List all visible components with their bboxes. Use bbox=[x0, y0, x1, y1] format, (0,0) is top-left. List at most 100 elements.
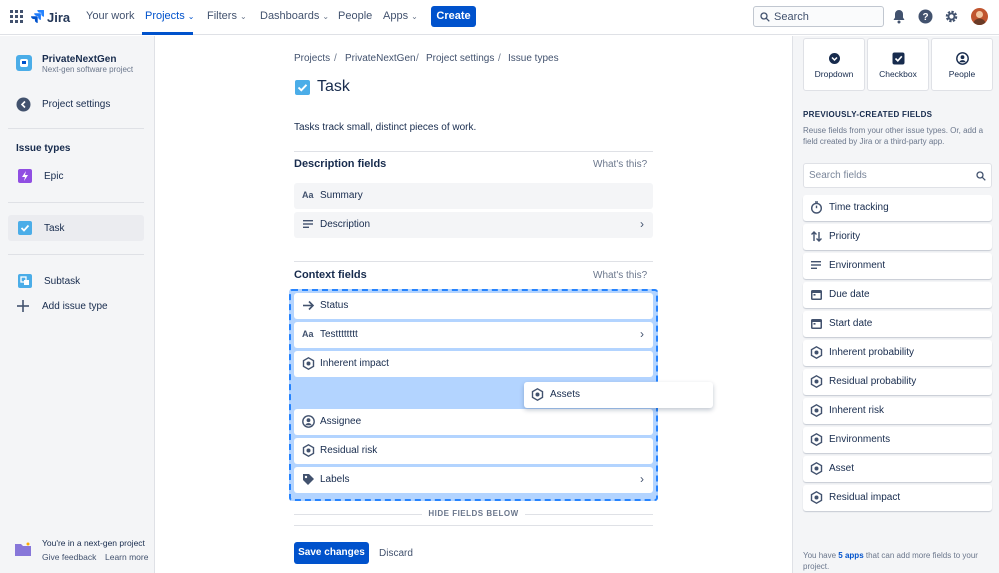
field-priority[interactable]: Priority bbox=[803, 224, 992, 250]
search-fields-input[interactable]: Search fields bbox=[803, 163, 992, 188]
chevron-right-icon[interactable]: › bbox=[640, 217, 644, 231]
search-input[interactable]: Search bbox=[753, 6, 884, 27]
calendar-icon bbox=[810, 317, 824, 331]
save-changes-button[interactable]: Save changes bbox=[294, 542, 369, 564]
divider bbox=[294, 525, 653, 526]
field-label: Time tracking bbox=[829, 202, 889, 213]
nav-apps[interactable]: Apps ⌄ bbox=[383, 10, 418, 22]
field-due-date[interactable]: Due date bbox=[803, 282, 992, 308]
field-asset[interactable]: Asset bbox=[803, 456, 992, 482]
sidebar-divider bbox=[8, 128, 144, 129]
context-fields-title: Context fields bbox=[294, 269, 367, 281]
field-label: Due date bbox=[829, 289, 870, 300]
paragraph-icon bbox=[810, 259, 824, 273]
field-labels[interactable]: Labels › bbox=[294, 467, 653, 493]
settings-gear-icon[interactable] bbox=[944, 9, 960, 25]
divider bbox=[294, 261, 653, 262]
subtask-icon bbox=[18, 274, 32, 288]
text-field-icon: Aa bbox=[302, 190, 314, 200]
user-avatar[interactable] bbox=[971, 8, 988, 25]
nav-label: People bbox=[338, 10, 373, 22]
help-icon[interactable]: ? bbox=[918, 9, 934, 25]
tile-dropdown[interactable]: Dropdown bbox=[803, 38, 865, 91]
field-inherent-probability[interactable]: Inherent probability bbox=[803, 340, 992, 366]
field-label: Summary bbox=[320, 190, 363, 201]
breadcrumb-project-settings[interactable]: Project settings bbox=[426, 53, 494, 64]
sidebar-item-task[interactable]: Task bbox=[8, 215, 144, 241]
nav-label: Filters bbox=[207, 10, 237, 22]
field-summary[interactable]: Aa Summary bbox=[294, 183, 653, 209]
project-avatar-icon bbox=[16, 55, 32, 71]
add-issue-type-button[interactable]: Add issue type bbox=[16, 298, 144, 316]
tile-checkbox[interactable]: Checkbox bbox=[867, 38, 929, 91]
status-arrow-icon bbox=[302, 299, 316, 313]
nav-filters[interactable]: Filters ⌄ bbox=[207, 10, 247, 22]
field-residual-risk[interactable]: Residual risk bbox=[294, 438, 653, 464]
field-status[interactable]: Status bbox=[294, 293, 653, 319]
tile-label: Dropdown bbox=[814, 69, 854, 79]
add-issue-type-label: Add issue type bbox=[42, 301, 108, 312]
custom-field-icon bbox=[810, 461, 824, 476]
jira-logo[interactable]: Jira bbox=[31, 9, 70, 25]
field-label: Labels bbox=[320, 474, 350, 485]
breadcrumb-project[interactable]: PrivateNextGen bbox=[345, 53, 416, 64]
sidebar-divider bbox=[8, 254, 144, 255]
custom-field-icon bbox=[810, 345, 824, 360]
sidebar-item-label: Task bbox=[44, 223, 65, 234]
stopwatch-icon bbox=[810, 201, 824, 215]
nav-people[interactable]: People bbox=[338, 10, 372, 22]
app-switcher-icon[interactable] bbox=[10, 10, 23, 23]
search-icon bbox=[976, 171, 986, 184]
chevron-down-icon: ⌄ bbox=[411, 12, 418, 21]
dragging-field-assets[interactable]: Assets bbox=[524, 382, 713, 408]
create-button[interactable]: Create bbox=[431, 6, 476, 27]
nav-projects[interactable]: Projects ⌄ bbox=[145, 10, 194, 22]
chevron-right-icon[interactable]: › bbox=[640, 327, 644, 341]
jira-logo-icon bbox=[31, 10, 44, 23]
calendar-icon bbox=[810, 288, 824, 302]
sidebar-item-subtask[interactable]: Subtask bbox=[8, 268, 144, 294]
learn-more-link[interactable]: Learn more bbox=[105, 552, 148, 562]
sidebar-item-epic[interactable]: Epic bbox=[8, 163, 144, 189]
top-navigation: Jira Your work Projects ⌄ Filters ⌄ Dashbo… bbox=[0, 0, 999, 35]
field-description[interactable]: Description › bbox=[294, 212, 653, 238]
breadcrumb-separator: / bbox=[416, 53, 419, 64]
field-environments[interactable]: Environments bbox=[803, 427, 992, 453]
field-label: Residual impact bbox=[829, 492, 901, 503]
field-label: Residual risk bbox=[320, 445, 378, 456]
custom-field-icon bbox=[810, 403, 824, 418]
field-residual-probability[interactable]: Residual probability bbox=[803, 369, 992, 395]
breadcrumb-issue-types[interactable]: Issue types bbox=[508, 53, 559, 64]
search-fields-placeholder: Search fields bbox=[809, 170, 867, 181]
field-assignee[interactable]: Assignee bbox=[294, 409, 653, 435]
back-to-project-settings[interactable]: Project settings bbox=[16, 96, 144, 114]
field-inherent-impact[interactable]: Inherent impact bbox=[294, 351, 653, 377]
project-name: PrivateNextGen bbox=[42, 54, 117, 65]
tile-people[interactable]: People bbox=[931, 38, 993, 91]
svg-text:?: ? bbox=[922, 12, 928, 23]
plus-icon bbox=[16, 299, 30, 316]
sidebar-item-label: Epic bbox=[44, 171, 64, 182]
breadcrumb-separator: / bbox=[498, 53, 501, 64]
nav-your-work[interactable]: Your work bbox=[86, 10, 135, 22]
discard-button[interactable]: Discard bbox=[379, 548, 413, 559]
back-label: Project settings bbox=[42, 99, 111, 110]
field-start-date[interactable]: Start date bbox=[803, 311, 992, 337]
field-environment[interactable]: Environment bbox=[803, 253, 992, 279]
chevron-right-icon[interactable]: › bbox=[640, 472, 644, 486]
give-feedback-link[interactable]: Give feedback bbox=[42, 552, 96, 562]
label-tag-icon bbox=[302, 473, 316, 487]
nav-label: Projects bbox=[145, 10, 185, 22]
notifications-bell-icon[interactable] bbox=[892, 9, 908, 25]
field-time-tracking[interactable]: Time tracking bbox=[803, 195, 992, 221]
breadcrumb-projects[interactable]: Projects bbox=[294, 53, 330, 64]
nav-dashboards[interactable]: Dashboards ⌄ bbox=[260, 10, 329, 22]
whats-this-link[interactable]: What's this? bbox=[593, 270, 647, 281]
field-testttttttt[interactable]: Aa Testttttttt › bbox=[294, 322, 653, 348]
field-residual-impact[interactable]: Residual impact bbox=[803, 485, 992, 511]
apps-link[interactable]: 5 apps bbox=[838, 551, 863, 560]
whats-this-link[interactable]: What's this? bbox=[593, 159, 647, 170]
field-inherent-risk[interactable]: Inherent risk bbox=[803, 398, 992, 424]
field-label: Inherent impact bbox=[320, 358, 389, 369]
nav-label: Dashboards bbox=[260, 10, 320, 22]
